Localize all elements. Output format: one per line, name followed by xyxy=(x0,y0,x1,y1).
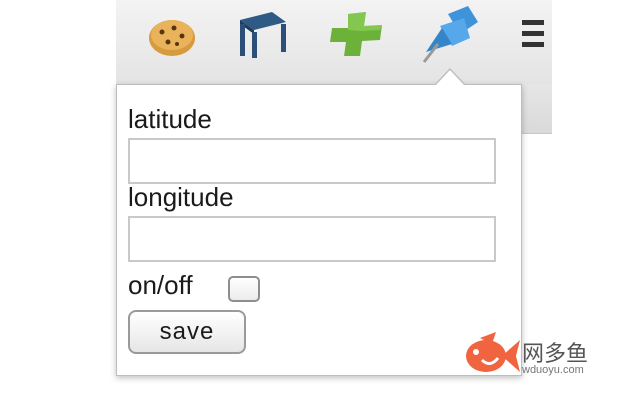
cookie-icon[interactable] xyxy=(146,14,198,58)
longitude-input[interactable] xyxy=(128,216,496,262)
save-button[interactable]: save xyxy=(128,310,246,354)
pushpin-icon[interactable] xyxy=(418,4,482,66)
watermark-url: wduoyu.com xyxy=(522,364,584,376)
popup-arrow-fill xyxy=(435,70,465,86)
longitude-label: longitude xyxy=(128,182,234,212)
onoff-label: on/off xyxy=(128,270,193,300)
latitude-input[interactable] xyxy=(128,138,496,184)
plus-icon[interactable] xyxy=(326,8,388,60)
latitude-label: latitude xyxy=(128,104,212,134)
menu-icon[interactable] xyxy=(520,14,544,54)
chair-icon[interactable] xyxy=(232,8,292,60)
onoff-checkbox[interactable] xyxy=(228,276,260,302)
fish-logo-icon xyxy=(466,332,520,372)
